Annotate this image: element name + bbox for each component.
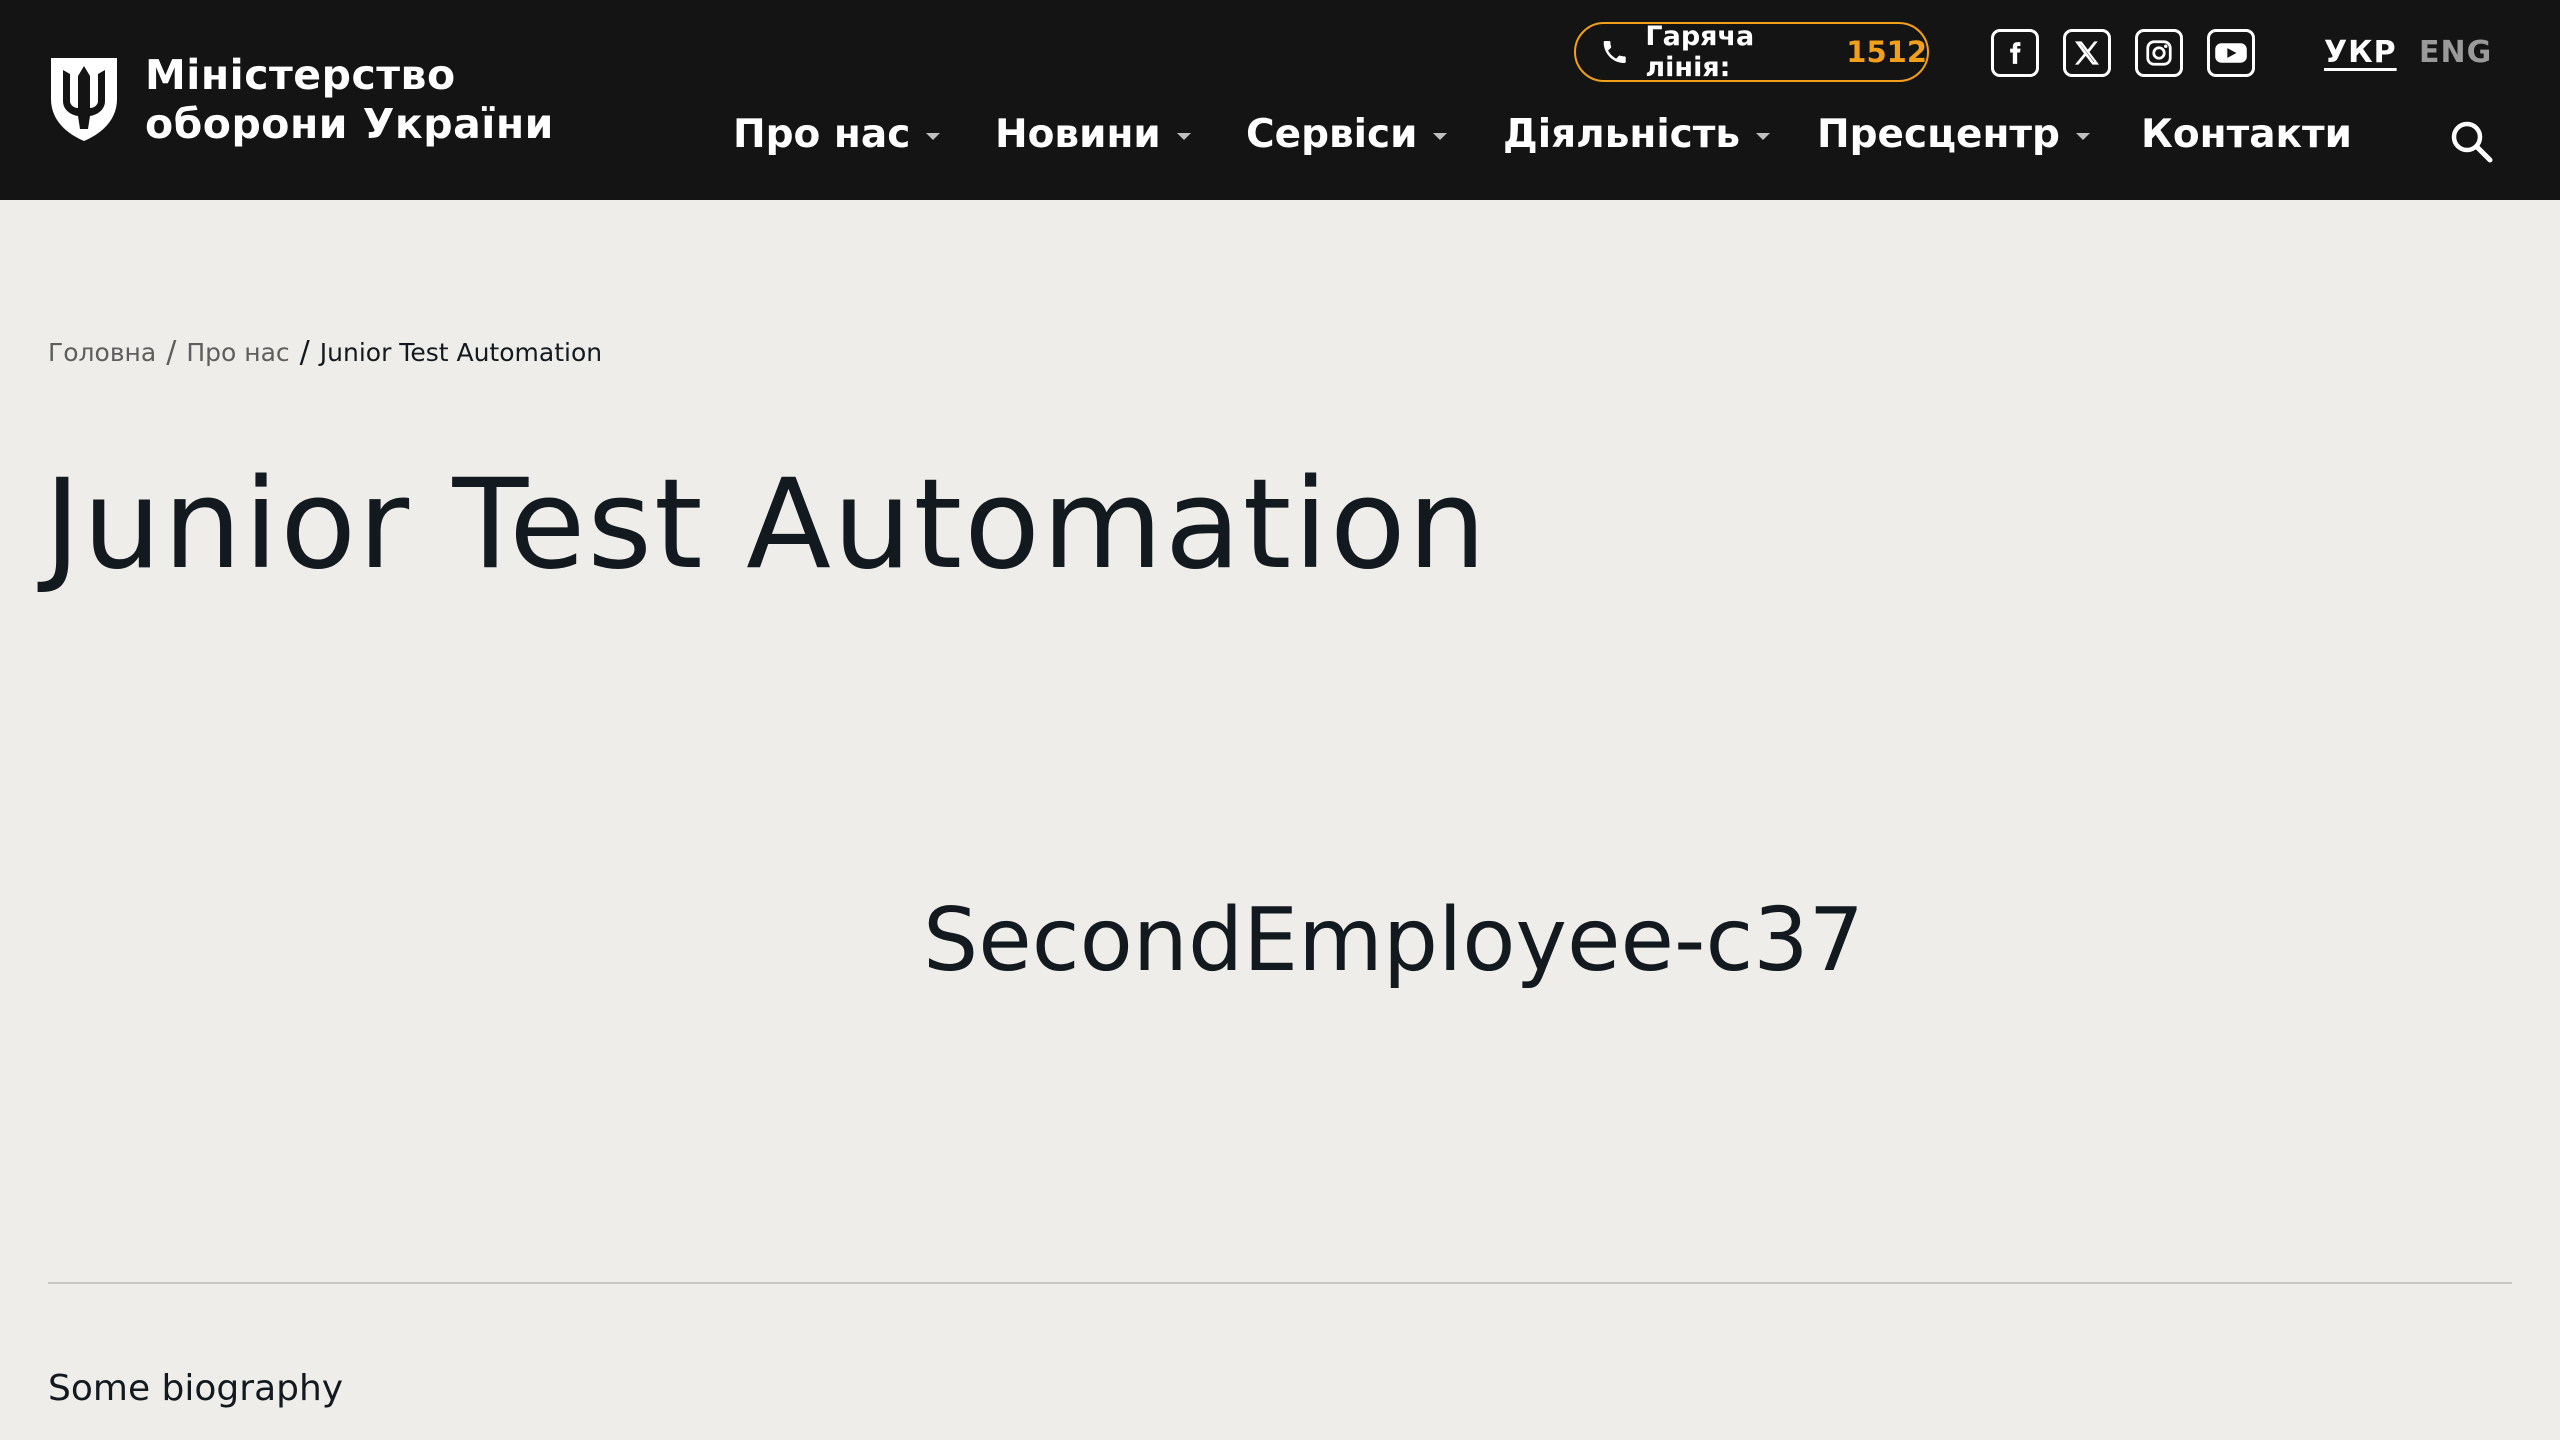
nav-item-news[interactable]: Новини <box>995 112 1191 157</box>
nav-item-label: Контакти <box>2141 112 2352 157</box>
nav-item-services[interactable]: Сервіси <box>1246 112 1448 157</box>
search-icon <box>2451 121 2493 163</box>
x-twitter-link[interactable] <box>2063 29 2111 77</box>
page-title: Junior Test Automation <box>44 453 1489 597</box>
nav-item-label: Пресцентр <box>1817 112 2060 157</box>
facebook-icon <box>2010 42 2021 64</box>
breadcrumb-separator: / <box>166 335 177 370</box>
nav-item-label: Сервіси <box>1246 112 1418 157</box>
chevron-down-icon <box>926 133 941 140</box>
hotline-number: 1512 <box>1846 35 1927 69</box>
chevron-down-icon <box>1433 133 1448 140</box>
biography-text: Some biography <box>48 1368 344 1409</box>
search-button[interactable] <box>2448 118 2496 166</box>
nav-item-label: Про нас <box>733 112 911 157</box>
chevron-down-icon <box>1756 133 1771 140</box>
nav-item-press-center[interactable]: Пресцентр <box>1817 112 2090 157</box>
instagram-icon <box>2146 40 2172 66</box>
instagram-link[interactable] <box>2135 29 2183 77</box>
nav-item-label: Новини <box>995 112 1161 157</box>
content-divider <box>48 1282 2512 1284</box>
facebook-link[interactable] <box>1991 29 2039 77</box>
lang-eng-link[interactable]: ENG <box>2419 35 2492 70</box>
nav-item-activity[interactable]: Діяльність <box>1503 112 1771 157</box>
breadcrumb-current: Junior Test Automation <box>319 338 603 367</box>
nav-item-label: Діяльність <box>1503 112 1741 157</box>
ministry-name: Міністерство оборони України <box>145 51 605 149</box>
breadcrumb-separator: / <box>299 335 310 370</box>
ministry-name-line1: Міністерство <box>145 51 456 99</box>
trident-shield-icon <box>51 58 117 141</box>
lang-ukr-link[interactable]: УКР <box>2324 35 2397 70</box>
breadcrumb: Головна / Про нас / Junior Test Automati… <box>48 335 602 370</box>
nav-item-about[interactable]: Про нас <box>733 112 941 157</box>
x-twitter-icon <box>2074 41 2100 65</box>
breadcrumb-home-link[interactable]: Головна <box>48 338 156 367</box>
chevron-down-icon <box>1176 133 1191 140</box>
employee-name: SecondEmployee-c37 <box>923 889 1864 991</box>
ministry-logo-link[interactable]: Міністерство оборони України <box>47 51 553 148</box>
nav-item-contacts[interactable]: Контакти <box>2141 112 2352 157</box>
phone-icon <box>1603 40 1626 64</box>
ministry-name-line2: оборони України <box>145 100 554 148</box>
hotline-button[interactable]: Гаряча лінія: 1512 <box>1574 21 1929 83</box>
site-header: Міністерство оборони України Гаряча ліні… <box>0 0 2560 200</box>
chevron-down-icon <box>2075 133 2090 140</box>
breadcrumb-parent-link[interactable]: Про нас <box>186 338 289 367</box>
youtube-icon <box>2215 43 2247 63</box>
hotline-label: Гаряча лінія: <box>1645 21 1755 83</box>
youtube-link[interactable] <box>2207 29 2255 77</box>
